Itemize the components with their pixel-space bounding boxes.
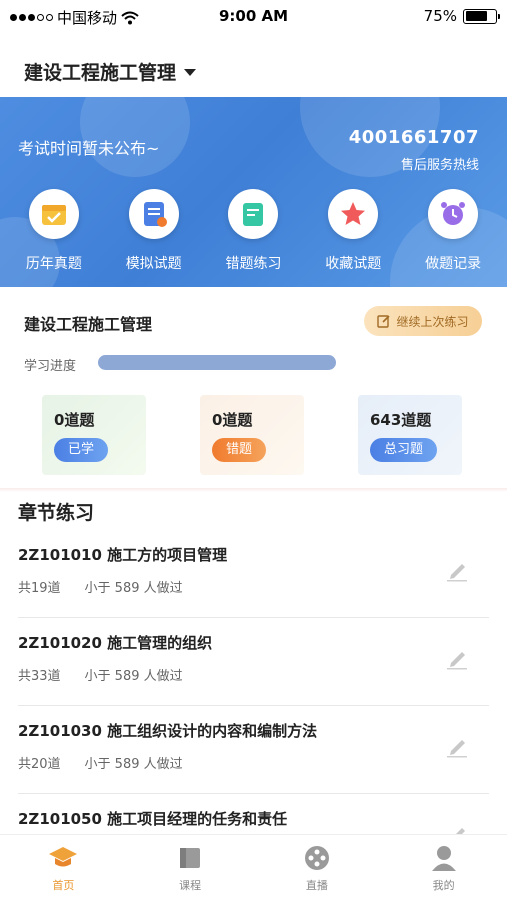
graduation-cap-icon: [48, 843, 78, 873]
chapter-title: 2Z101050 施工项目经理的任务和责任: [18, 810, 288, 828]
stat-label: 已学: [54, 438, 109, 462]
quick-wrong-practice[interactable]: 错题练习: [208, 189, 298, 273]
chapter-item[interactable]: 2Z101010 施工方的项目管理 共19道 小于 589 人做过: [18, 530, 489, 618]
alarm-clock-icon: [428, 189, 479, 239]
service-hotline[interactable]: 4001661707 售后服务热线: [349, 127, 479, 173]
stat-count: 643道题: [370, 411, 432, 429]
film-reel-icon: [302, 843, 332, 873]
notebook-icon: [228, 189, 279, 239]
quick-actions: 历年真题 模拟试题 错题练习 收藏试题 做题记录: [0, 189, 507, 273]
status-bar: 中国移动 9:00 AM 75%: [0, 0, 507, 36]
quick-label: 收藏试题: [325, 256, 382, 272]
stat-wrong[interactable]: 0道题 错题: [200, 395, 304, 475]
page-title: 建设工程施工管理: [24, 62, 177, 84]
quick-label: 模拟试题: [125, 256, 182, 272]
calendar-check-icon: [28, 189, 79, 239]
quick-favorites[interactable]: 收藏试题: [308, 189, 398, 273]
tab-label: 课程: [179, 879, 202, 892]
star-icon: [328, 189, 379, 239]
progress-bar: [98, 355, 336, 370]
stat-count: 0道题: [212, 411, 253, 429]
progress-label: 学习进度: [24, 359, 77, 374]
banner: 考试时间暂未公布~ 4001661707 售后服务热线 历年真题 模拟试题 错题…: [0, 97, 507, 287]
continue-label: 继续上次练习: [396, 314, 469, 329]
caret-down-icon: [184, 69, 197, 76]
pencil-icon[interactable]: [445, 560, 469, 582]
chapter-done-by: 小于 589 人做过: [84, 669, 183, 684]
chapter-count: 共33道: [18, 669, 61, 684]
chapter-meta: 共19道 小于 589 人做过: [18, 577, 183, 596]
tab-home[interactable]: 首页: [13, 835, 113, 900]
stat-label: 总习题: [370, 438, 438, 462]
chapter-done-by: 小于 589 人做过: [84, 757, 183, 772]
pencil-icon[interactable]: [445, 648, 469, 670]
quick-history[interactable]: 做题记录: [408, 189, 498, 273]
tab-label: 我的: [432, 879, 455, 892]
battery-icon: [463, 8, 500, 24]
subject-selector[interactable]: 建设工程施工管理: [24, 58, 197, 85]
tab-live[interactable]: 直播: [267, 835, 367, 900]
quick-mock-exams[interactable]: 模拟试题: [109, 189, 199, 273]
stat-count: 0道题: [54, 411, 95, 429]
exam-paper-icon: [128, 189, 179, 239]
chapter-item[interactable]: 2Z101020 施工管理的组织 共33道 小于 589 人做过: [18, 618, 489, 706]
quick-label: 做题记录: [425, 256, 482, 272]
battery-group: 75%: [423, 7, 500, 25]
chapter-title: 2Z101030 施工组织设计的内容和编制方法: [18, 722, 318, 740]
battery-percent: 75%: [423, 7, 457, 25]
stat-learned[interactable]: 0道题 已学: [42, 395, 146, 475]
quick-past-exams[interactable]: 历年真题: [9, 189, 99, 273]
book-icon: [175, 843, 205, 873]
course-name: 建设工程施工管理: [24, 315, 153, 334]
chapter-meta: 共20道 小于 589 人做过: [18, 753, 183, 772]
chapter-count: 共20道: [18, 757, 61, 772]
user-icon: [429, 843, 459, 873]
tab-bar: 首页 课程 直播 我的: [0, 834, 507, 900]
chapter-title: 2Z101020 施工管理的组织: [18, 634, 213, 652]
pencil-icon[interactable]: [445, 736, 469, 758]
stat-total[interactable]: 643道题 总习题: [358, 395, 462, 475]
chapter-done-by: 小于 589 人做过: [84, 581, 183, 596]
section-divider: [0, 488, 507, 492]
quick-label: 历年真题: [25, 256, 82, 272]
tab-label: 首页: [52, 879, 75, 892]
quick-label: 错题练习: [225, 256, 282, 272]
chapter-meta: 共33道 小于 589 人做过: [18, 665, 183, 684]
tab-label: 直播: [305, 879, 328, 892]
tab-profile[interactable]: 我的: [394, 835, 494, 900]
stat-label: 错题: [212, 438, 267, 462]
hotline-label: 售后服务热线: [400, 158, 479, 173]
section-title: 章节练习: [18, 502, 95, 524]
chapter-item[interactable]: 2Z101030 施工组织设计的内容和编制方法 共20道 小于 589 人做过: [18, 706, 489, 794]
tab-courses[interactable]: 课程: [140, 835, 240, 900]
continue-practice-button[interactable]: 继续上次练习: [364, 306, 482, 336]
chapter-count: 共19道: [18, 581, 61, 596]
hotline-number: 4001661707: [348, 127, 479, 148]
edit-icon: [377, 315, 391, 328]
exam-date-text: 考试时间暂未公布~: [18, 139, 160, 158]
chapter-list: 2Z101010 施工方的项目管理 共19道 小于 589 人做过 2Z1010…: [0, 530, 507, 882]
chapter-title: 2Z101010 施工方的项目管理: [18, 546, 228, 564]
